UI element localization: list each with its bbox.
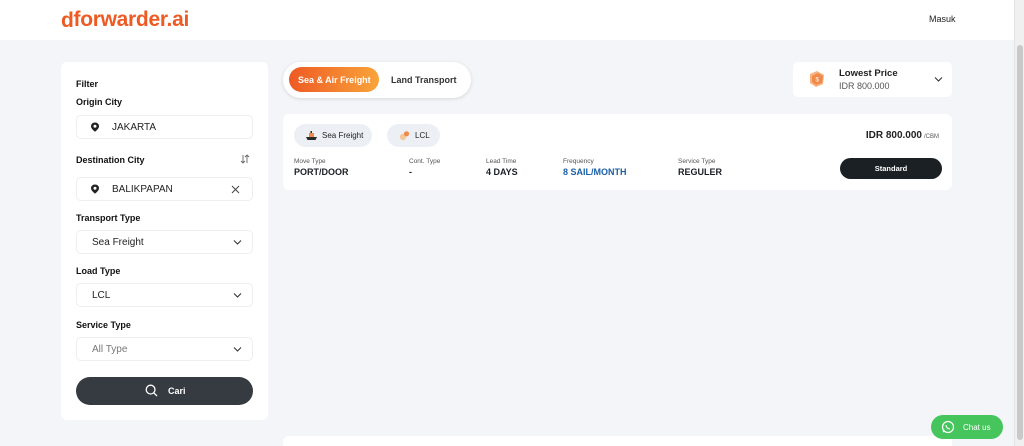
destination-city-label: Destination City	[76, 155, 145, 165]
chevron-down-icon	[233, 347, 242, 352]
chat-button[interactable]: Chat us	[931, 415, 1003, 439]
detail-value: 8 SAIL/MONTH	[563, 167, 627, 177]
clear-icon[interactable]	[231, 185, 240, 194]
chat-label: Chat us	[963, 423, 991, 432]
origin-city-value: JAKARTA	[112, 122, 157, 133]
load-type-label: Load Type	[76, 266, 121, 276]
service-type-placeholder: All Type	[92, 344, 128, 355]
load-badge: LCL	[387, 124, 440, 147]
detail-label: Lead Time	[486, 158, 517, 165]
location-pin-icon	[91, 122, 99, 132]
price-tag-icon: $	[810, 71, 824, 87]
sort-dropdown[interactable]: $ Lowest Price IDR 800.000	[793, 62, 952, 97]
search-button[interactable]: Cari	[76, 377, 253, 405]
tab-label: Sea & Air Freight	[298, 75, 371, 85]
whatsapp-icon	[941, 420, 955, 434]
search-icon	[145, 384, 158, 397]
detail-value: -	[409, 167, 412, 177]
ship-icon	[306, 131, 317, 140]
result-card[interactable]: Sea Freight LCL IDR 800.000/CBM Move Typ…	[283, 114, 952, 190]
origin-city-label: Origin City	[76, 97, 123, 107]
load-type-value: LCL	[92, 290, 111, 301]
detail-service-type: Service Type REGULER	[678, 158, 722, 177]
sort-label: Lowest Price	[839, 68, 898, 79]
destination-city-field[interactable]: BALIKPAPAN	[76, 177, 253, 201]
next-card-edge	[283, 436, 952, 446]
chevron-down-icon	[233, 240, 242, 245]
sort-value: IDR 800.000	[839, 81, 890, 91]
box-icon	[399, 131, 410, 141]
mode-badge: Sea Freight	[294, 124, 372, 147]
detail-value: PORT/DOOR	[294, 167, 349, 177]
logo-text: forwarder.ai	[73, 8, 190, 31]
detail-value: 4 DAYS	[486, 167, 518, 177]
page-scrollbar[interactable]	[1014, 0, 1024, 446]
mode-badge-label: Sea Freight	[322, 131, 364, 140]
service-type-label: Service Type	[76, 320, 131, 330]
scrollbar-thumb[interactable]	[1017, 45, 1023, 440]
standard-button[interactable]: Standard	[840, 158, 942, 179]
logo-mark: d	[61, 9, 74, 32]
tab-land-transport[interactable]: Land Transport	[391, 75, 457, 85]
price: IDR 800.000/CBM	[866, 130, 939, 141]
freight-tabs: Sea & Air Freight Land Transport	[283, 62, 471, 98]
transport-type-select[interactable]: Sea Freight	[76, 230, 253, 254]
top-bar: dforwarder.ai Masuk	[0, 0, 1014, 40]
detail-label: Service Type	[678, 158, 716, 165]
detail-frequency: Frequency 8 SAIL/MONTH	[563, 158, 627, 177]
detail-value: REGULER	[678, 167, 723, 177]
load-badge-label: LCL	[415, 131, 430, 140]
chevron-down-icon	[233, 293, 242, 298]
price-value: IDR 800.000	[865, 130, 922, 141]
location-pin-icon	[91, 184, 99, 194]
detail-move-type: Move Type PORT/DOOR	[294, 158, 349, 177]
detail-label: Move Type	[294, 158, 326, 165]
price-unit: /CBM	[924, 134, 939, 140]
tab-sea-air-freight[interactable]: Sea & Air Freight	[289, 67, 379, 92]
detail-cont-type: Cont. Type -	[409, 158, 440, 177]
detail-label: Cont. Type	[409, 158, 441, 165]
transport-type-label: Transport Type	[76, 213, 141, 223]
detail-label: Frequency	[563, 158, 594, 165]
transport-type-value: Sea Freight	[92, 237, 144, 248]
login-link[interactable]: Masuk	[929, 14, 956, 24]
origin-city-field[interactable]: JAKARTA	[76, 115, 253, 139]
detail-lead-time: Lead Time 4 DAYS	[486, 158, 518, 177]
swap-icon[interactable]	[240, 154, 250, 164]
chevron-down-icon	[934, 77, 943, 82]
filter-panel: Filter Origin City JAKARTA Destination C…	[61, 62, 268, 420]
service-type-select[interactable]: All Type	[76, 337, 253, 361]
search-button-label: Cari	[168, 386, 186, 396]
logo[interactable]: dforwarder.ai	[61, 8, 189, 32]
destination-city-value: BALIKPAPAN	[112, 184, 173, 195]
load-type-select[interactable]: LCL	[76, 283, 253, 307]
filter-title: Filter	[76, 79, 99, 89]
